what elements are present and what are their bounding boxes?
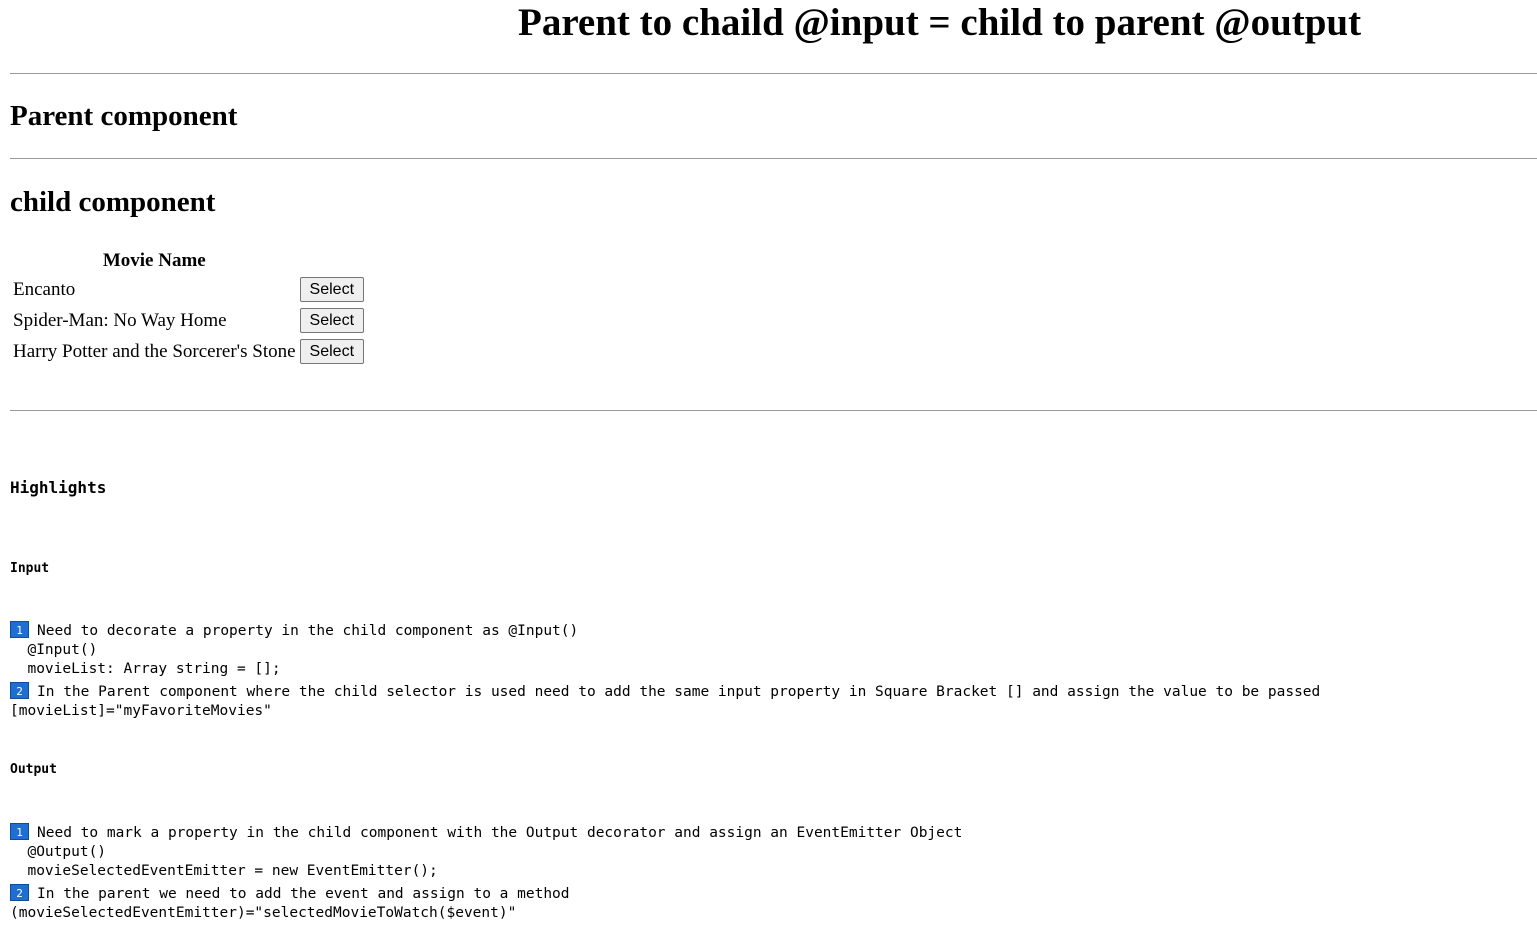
code-line: @Output() xyxy=(10,844,107,860)
table-row: Encanto Select xyxy=(12,275,365,304)
number-1-icon: 1 xyxy=(10,823,29,840)
movie-name-cell: Spider-Man: No Way Home xyxy=(13,309,227,331)
movie-name-cell: Encanto xyxy=(13,278,76,300)
input-step-2-text: In the Parent component where the child … xyxy=(37,684,1321,700)
select-movie-button[interactable]: Select xyxy=(299,339,365,364)
input-step-1: 1 Need to decorate a property in the chil… xyxy=(10,621,1320,641)
table-header-row: Movie Name xyxy=(12,248,365,273)
code-line: @Input() xyxy=(10,642,98,658)
select-movie-button[interactable]: Select xyxy=(299,277,365,302)
highlights-heading: Highlights xyxy=(10,478,107,497)
code-line: movieList: Array string = []; xyxy=(10,661,281,677)
movie-name-column-header: Movie Name xyxy=(102,249,206,271)
movie-name-cell: Harry Potter and the Sorcerer's Stone xyxy=(13,340,296,362)
divider xyxy=(10,410,1537,411)
select-movie-button[interactable]: Select xyxy=(299,308,365,333)
number-1-icon: 1 xyxy=(10,621,29,638)
output-step-2: 2 In the parent we need to add the event … xyxy=(10,884,962,904)
number-2-icon: 2 xyxy=(10,884,29,901)
output-notes: 1 Need to mark a property in the child co… xyxy=(10,823,962,923)
divider xyxy=(10,158,1537,159)
input-step-1-text: Need to decorate a property in the child… xyxy=(37,623,579,639)
table-row: Spider-Man: No Way Home Select xyxy=(12,306,365,335)
child-component-heading: child component xyxy=(10,186,216,218)
input-notes: 1 Need to decorate a property in the chil… xyxy=(10,621,1320,721)
output-step-1-text: Need to mark a property in the child com… xyxy=(37,825,963,841)
code-line: [movieList]="myFavoriteMovies" xyxy=(10,703,272,719)
code-line: (movieSelectedEventEmitter)="selectedMov… xyxy=(10,905,517,921)
input-step-2: 2 In the Parent component where the child… xyxy=(10,682,1320,702)
output-step-2-text: In the parent we need to add the event a… xyxy=(37,886,570,902)
divider xyxy=(10,73,1537,74)
input-heading: Input xyxy=(10,561,50,576)
output-heading: Output xyxy=(10,762,57,777)
parent-component-heading: Parent component xyxy=(10,100,238,132)
number-2-icon: 2 xyxy=(10,682,29,699)
table-row: Harry Potter and the Sorcerer's Stone Se… xyxy=(12,337,365,366)
output-step-1: 1 Need to mark a property in the child co… xyxy=(10,823,962,843)
code-line: movieSelectedEventEmitter = new EventEmi… xyxy=(10,863,438,879)
page-title: Parent to chaild @input = child to paren… xyxy=(518,1,1362,44)
movie-table: Movie Name Encanto Select Spider-Man: No… xyxy=(10,246,367,368)
